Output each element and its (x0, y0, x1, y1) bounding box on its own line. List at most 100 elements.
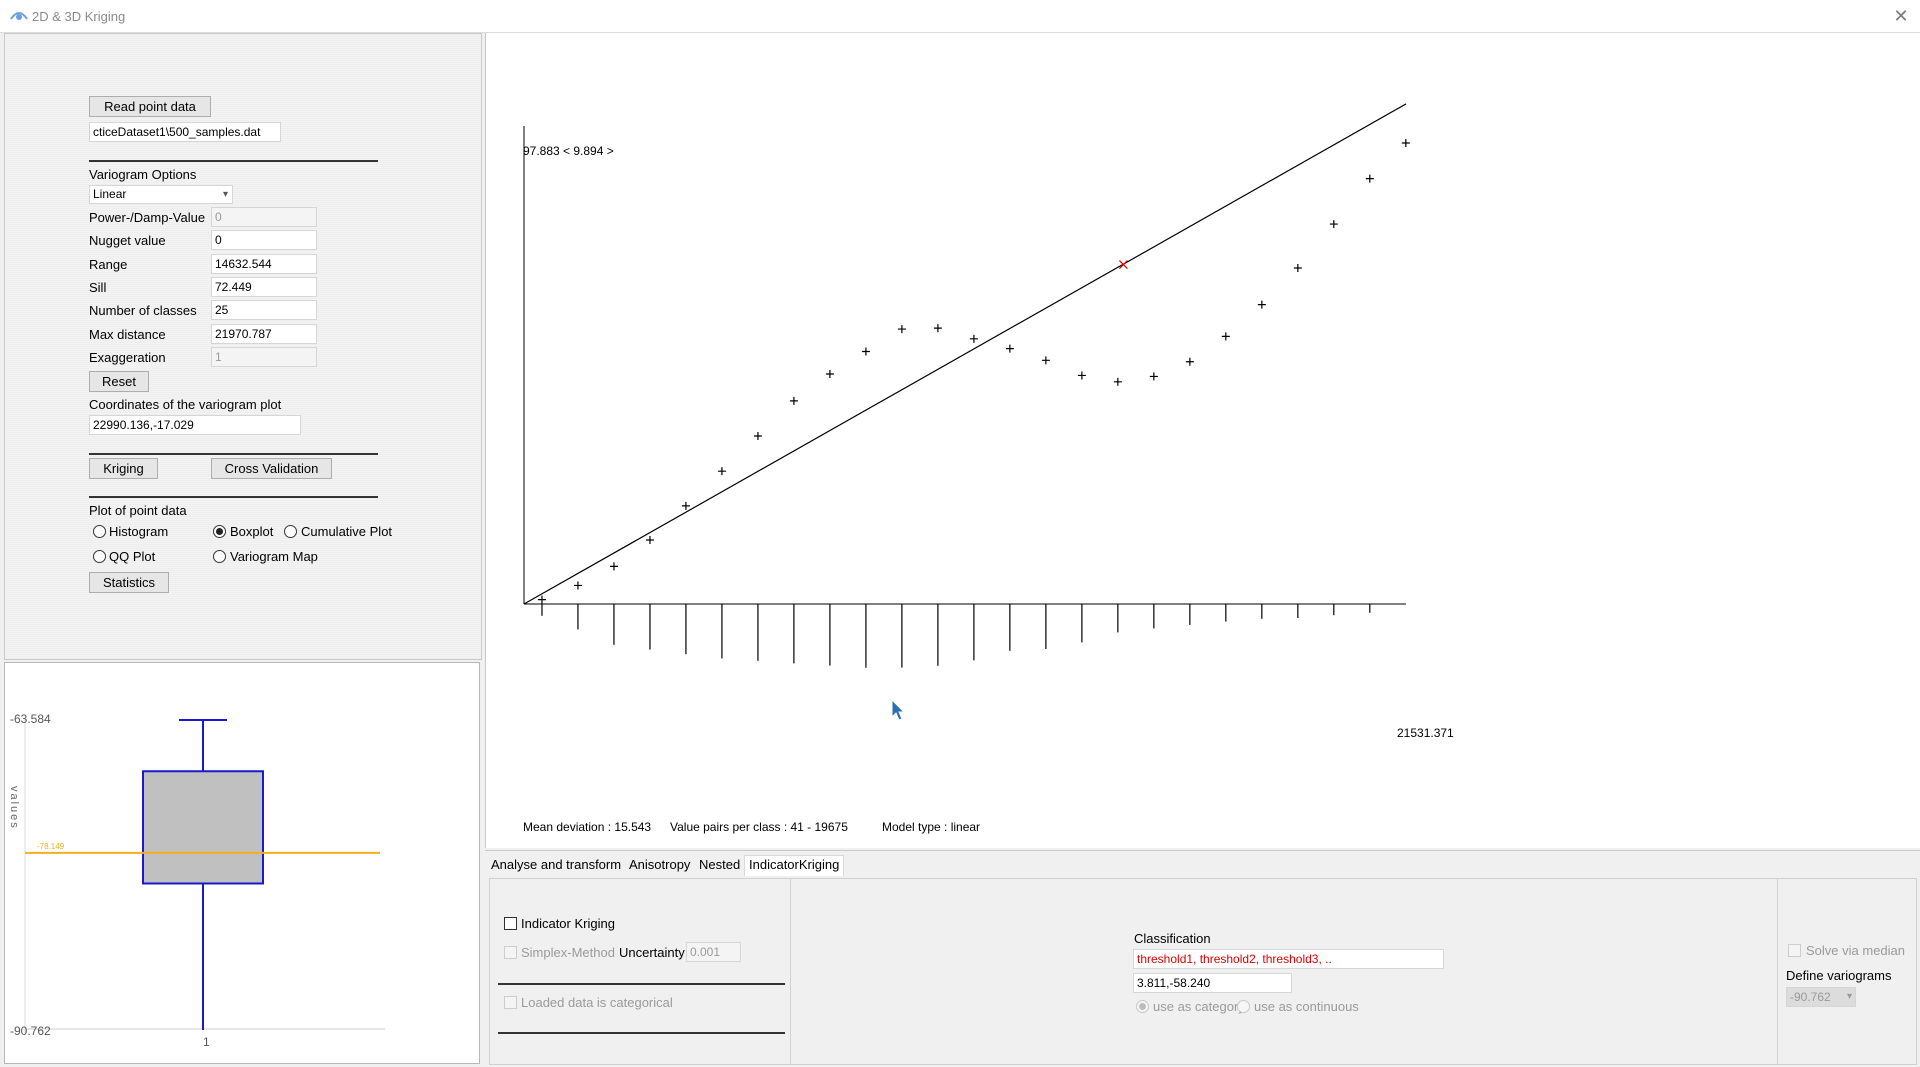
tab-indicator-kriging[interactable]: IndicatorKriging (744, 855, 845, 876)
boxplot-marks (25, 719, 380, 1030)
file-path-field[interactable]: cticeDataset1\500_samples.dat (89, 122, 281, 142)
simplex-method-checkbox[interactable] (504, 946, 517, 959)
boxplot-min-label: -90.762 (10, 1024, 51, 1038)
categorical-checkbox[interactable] (504, 996, 517, 1009)
title-bar: 2D & 3D Kriging ✕ (0, 0, 1920, 33)
reset-button[interactable]: Reset (89, 371, 149, 392)
data-point (1221, 332, 1230, 341)
variogram-marks (523, 103, 1410, 668)
data-point (1329, 220, 1338, 229)
variogram-plot-area: 97.883 < 9.894 > 21531.371 Mean deviatio… (485, 33, 1920, 848)
number-of-classes-field[interactable]: 25 (211, 300, 317, 320)
histogram-label: Histogram (109, 524, 169, 539)
variogram-map-label: Variogram Map (230, 549, 318, 564)
data-point (861, 347, 870, 356)
data-point (1005, 344, 1014, 353)
data-point (1113, 377, 1122, 386)
y-axis-max-label: 97.883 < 9.894 > (523, 144, 614, 158)
sill-label: Sill (89, 280, 107, 295)
data-point (825, 369, 834, 378)
separator (89, 453, 378, 455)
data-point (573, 581, 582, 590)
data-point (933, 324, 942, 333)
data-point (609, 562, 618, 571)
tab-anisotropy[interactable]: Anisotropy (629, 857, 690, 872)
x-axis-max-label: 21531.371 (1397, 726, 1454, 740)
data-point (969, 334, 978, 343)
data-point (897, 325, 906, 334)
number-of-classes-label: Number of classes (89, 303, 197, 318)
histogram-radio[interactable] (93, 525, 106, 538)
cross-validation-button[interactable]: Cross Validation (211, 458, 332, 479)
data-point (1077, 371, 1086, 380)
model-line (523, 103, 1407, 605)
window-title: 2D & 3D Kriging (32, 9, 126, 24)
mean-deviation-text: Mean deviation : 15.543 (523, 820, 651, 834)
variogram-select[interactable]: -90.762 ▾ (1786, 987, 1856, 1007)
variogram-map-radio[interactable] (213, 550, 226, 563)
boxplot-median-label: -78.149 (37, 842, 65, 851)
data-point (1185, 357, 1194, 366)
data-point (1293, 264, 1302, 273)
solve-via-median-checkbox[interactable] (1788, 944, 1801, 957)
boxplot-max-label: -63.584 (10, 712, 51, 726)
data-point (1401, 139, 1410, 148)
boxplot-radio[interactable] (213, 525, 226, 538)
read-point-data-button[interactable]: Read point data (89, 96, 211, 117)
data-point (1041, 356, 1050, 365)
data-point (789, 396, 798, 405)
classification-panel: Classification threshold1, threshold2, t… (790, 878, 1810, 1065)
kriging-button[interactable]: Kriging (89, 458, 158, 479)
power-damp-field[interactable]: 0 (211, 207, 317, 227)
statistics-button[interactable]: Statistics (89, 572, 169, 593)
tab-nested[interactable]: Nested (699, 857, 740, 872)
max-distance-field[interactable]: 21970.787 (211, 324, 317, 344)
separator (498, 983, 785, 985)
bottom-tab-panel: Analyse and transform Anisotropy Nested … (485, 850, 1920, 1067)
chevron-down-icon: ▾ (1846, 991, 1852, 1002)
separator (498, 1032, 785, 1034)
thresholds-field[interactable]: threshold1, threshold2, threshold3, .. (1133, 949, 1444, 969)
model-select[interactable]: Linear ▾ (89, 185, 233, 204)
boxplot-chart: -63.584 -90.762 1 values -78.149 (8, 712, 385, 1049)
boxplot-x-label: 1 (203, 1035, 210, 1049)
range-field[interactable]: 14632.544 (211, 254, 317, 274)
max-distance-label: Max distance (89, 327, 166, 342)
indicator-kriging-label: Indicator Kriging (521, 916, 615, 931)
variogram-chart: 97.883 < 9.894 > 21531.371 Mean deviatio… (523, 103, 1454, 834)
data-point (753, 432, 762, 441)
classification-value-field[interactable]: 3.811,-58.240 (1133, 973, 1292, 993)
qq-plot-radio[interactable] (93, 550, 106, 563)
data-point (1365, 174, 1374, 183)
uncertainty-field[interactable]: 0.001 (686, 942, 741, 962)
mouse-cursor-icon (891, 698, 906, 721)
coordinates-field[interactable]: 22990.136,-17.029 (89, 415, 301, 435)
tab-analyse-and-transform[interactable]: Analyse and transform (491, 857, 621, 872)
chevron-down-icon: ▾ (222, 189, 228, 200)
plot-of-point-data-label: Plot of point data (89, 503, 187, 518)
use-as-category-radio[interactable] (1136, 1000, 1149, 1013)
variogram-definition-panel: Solve via median Define variograms -90.7… (1777, 878, 1917, 1065)
range-label: Range (89, 257, 128, 272)
indicator-kriging-checkbox[interactable] (504, 917, 517, 930)
coordinates-label: Coordinates of the variogram plot (89, 397, 282, 412)
boxplot-label: Boxplot (230, 524, 274, 539)
uncertainty-label: Uncertainty (619, 945, 685, 960)
data-point (1149, 372, 1158, 381)
nugget-label: Nugget value (89, 233, 166, 248)
control-panel: Read point data cticeDataset1\500_sample… (4, 33, 482, 660)
qq-plot-label: QQ Plot (109, 549, 156, 564)
use-as-continuous-radio[interactable] (1237, 1000, 1250, 1013)
nugget-field[interactable]: 0 (211, 230, 317, 250)
define-variograms-label: Define variograms (1786, 968, 1892, 983)
close-icon[interactable]: ✕ (1890, 5, 1912, 27)
data-point (717, 467, 726, 476)
exaggeration-field[interactable]: 1 (211, 347, 317, 367)
range-marker (1118, 260, 1128, 270)
power-damp-label: Power-/Damp-Value (89, 210, 206, 225)
value-pairs-text: Value pairs per class : 41 - 19675 (670, 820, 848, 834)
sill-field[interactable]: 72.449 (211, 277, 317, 297)
separator (89, 496, 378, 498)
categorical-label: Loaded data is categorical (521, 995, 673, 1010)
cumulative-plot-radio[interactable] (284, 525, 297, 538)
